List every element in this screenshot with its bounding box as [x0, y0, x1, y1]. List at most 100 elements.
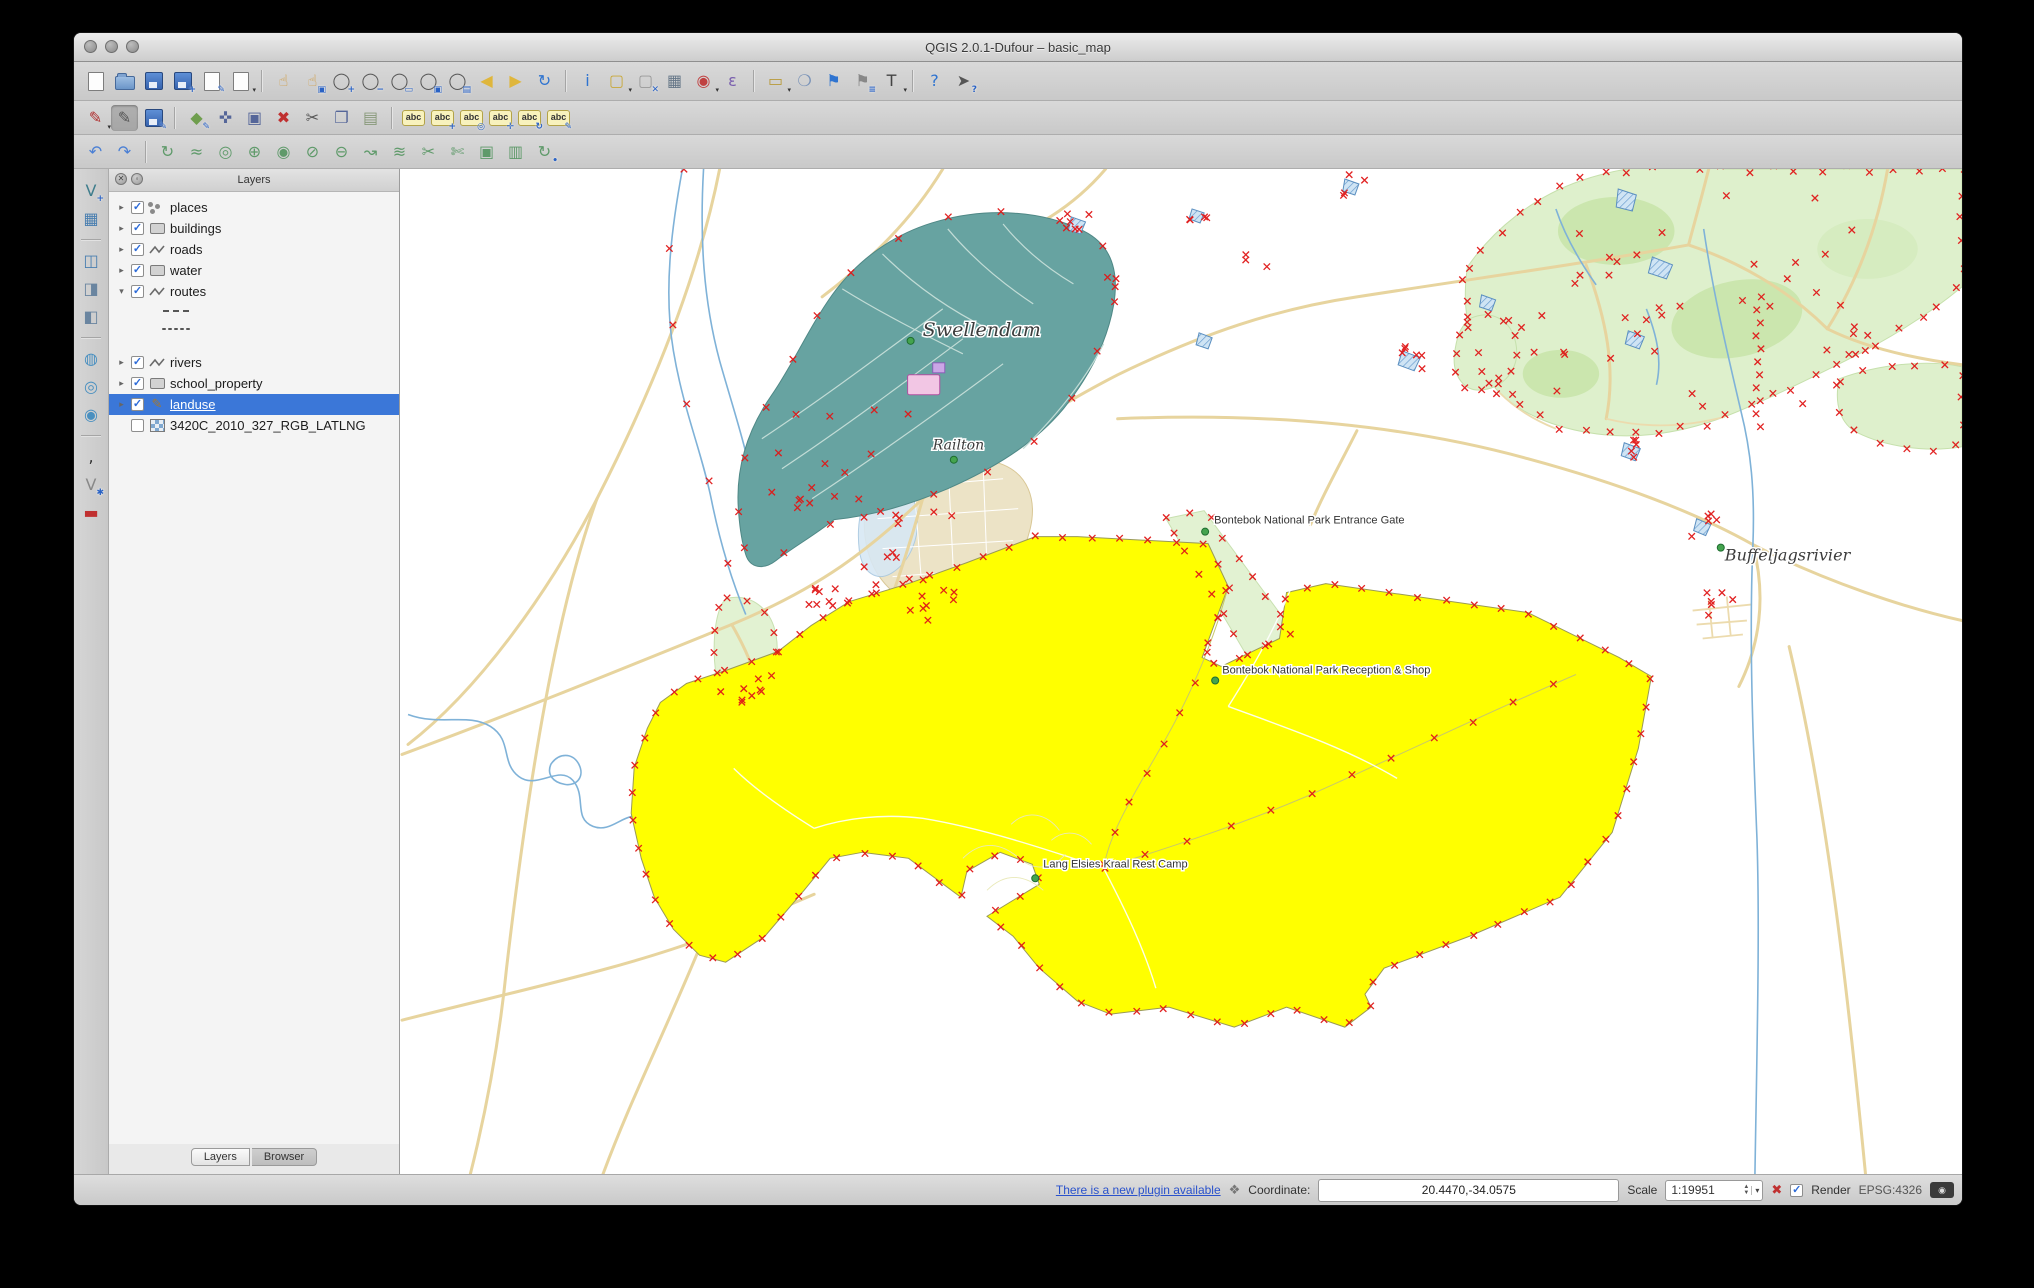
- add-spatialite-layer-button[interactable]: ◨: [78, 277, 104, 301]
- coordinate-input[interactable]: [1318, 1178, 1620, 1202]
- delete-part-button[interactable]: ⊖: [328, 139, 355, 165]
- crs-status-icon[interactable]: ◉: [1930, 1182, 1954, 1198]
- layer-item-water[interactable]: ▸ ✓ water: [109, 260, 399, 281]
- current-edits-button[interactable]: ✎ ▾: [82, 105, 111, 131]
- refresh-map-button[interactable]: ↻: [531, 68, 558, 94]
- expander-icon[interactable]: ▸: [116, 399, 127, 410]
- pan-map-to-selection-button[interactable]: ☝ ▣: [299, 68, 326, 96]
- zoom-to-selection-button[interactable]: ◯ ▣: [415, 68, 442, 96]
- layer-item-routes[interactable]: ▾ ✓ routes: [109, 281, 399, 302]
- text-annotation-button[interactable]: T ▾: [878, 68, 907, 95]
- plugin-icon[interactable]: ❖: [1229, 1184, 1241, 1197]
- delete-selected-button[interactable]: ✖: [270, 105, 297, 131]
- save-layer-edits-button[interactable]: ✎: [140, 105, 167, 132]
- toggle-editing-button[interactable]: ✎: [111, 104, 138, 131]
- layer-item-rivers[interactable]: ▸ ✓ rivers: [109, 352, 399, 373]
- expander-icon[interactable]: ▸: [116, 265, 127, 276]
- zoom-next-button[interactable]: ▶: [502, 68, 529, 94]
- layer-visibility-checkbox[interactable]: ✓: [131, 356, 144, 369]
- paste-features-button[interactable]: ▤: [357, 105, 384, 131]
- layer-visibility-checkbox[interactable]: ✓: [131, 398, 144, 411]
- layer-item-buildings[interactable]: ▸ ✓ buildings: [109, 218, 399, 239]
- rotate-point-symbols-button[interactable]: ↻ •: [531, 139, 558, 166]
- zoom-last-button[interactable]: ◀: [473, 68, 500, 94]
- map-canvas[interactable]: Swellendam Railton Bontebok National Par…: [400, 169, 1962, 1174]
- offset-curve-button[interactable]: ≋: [386, 139, 413, 165]
- pan-map-button[interactable]: ☝: [270, 68, 297, 94]
- select-features-button[interactable]: ▢ ▾: [603, 68, 632, 95]
- layer-visibility-checkbox[interactable]: ✓: [131, 264, 144, 277]
- layer-visibility-checkbox[interactable]: ✓: [131, 243, 144, 256]
- save-project-button[interactable]: [140, 68, 167, 94]
- expander-icon[interactable]: ▸: [116, 378, 127, 389]
- label-pin-button[interactable]: abc +: [429, 105, 456, 132]
- layer-item-school_property[interactable]: ▸ ✓ school_property: [109, 373, 399, 394]
- merge-attributes-button[interactable]: ▥: [502, 139, 529, 165]
- symbology-item-dash[interactable]: [109, 302, 399, 320]
- open-project-button[interactable]: [111, 68, 138, 94]
- redo-button[interactable]: ↷: [111, 139, 138, 165]
- split-features-button[interactable]: ✂: [415, 139, 442, 165]
- open-attribute-table-button[interactable]: ▦: [661, 68, 688, 94]
- label-show-hidden-button[interactable]: abc ◎: [458, 105, 485, 132]
- layer-item-roads[interactable]: ▸ ✓ roads: [109, 239, 399, 260]
- minimize-button[interactable]: [105, 40, 118, 53]
- save-project-as-button[interactable]: +: [169, 68, 196, 95]
- layer-visibility-checkbox[interactable]: ✓: [131, 377, 144, 390]
- label-move-button[interactable]: abc ✛: [487, 105, 514, 132]
- scale-combo[interactable]: 1:19951 ▲ ▼ ▾: [1665, 1179, 1764, 1201]
- whats-this-button[interactable]: ➤?: [950, 68, 977, 96]
- show-bookmarks-button[interactable]: ⚑ ≡: [849, 68, 876, 96]
- tab-layers[interactable]: Layers: [190, 1148, 250, 1166]
- composer-manager-button[interactable]: ▾: [227, 68, 256, 94]
- map-tips-button[interactable]: ❍: [791, 68, 818, 94]
- render-checkbox[interactable]: ✓: [1790, 1183, 1804, 1197]
- zoom-to-layer-button[interactable]: ◯ ▤: [444, 68, 471, 96]
- labeling-button[interactable]: abc: [400, 105, 427, 131]
- layer-item-landuse[interactable]: ▸ ✓ ✎ landuse: [109, 394, 399, 415]
- layers-panel-header[interactable]: ✕ ◦ Layers: [109, 169, 399, 192]
- delete-ring-button[interactable]: ⊘: [299, 139, 326, 165]
- layer-visibility-checkbox[interactable]: ✓: [131, 285, 144, 298]
- deselect-features-button[interactable]: ▢ ✕: [632, 68, 659, 96]
- expander-icon[interactable]: ▸: [116, 357, 127, 368]
- zoom-in-button[interactable]: ◯ +: [328, 68, 355, 96]
- zoom-out-button[interactable]: ◯ −: [357, 68, 384, 96]
- add-wcs-layer-button[interactable]: ◎: [78, 375, 104, 399]
- merge-features-button[interactable]: ▣: [473, 139, 500, 165]
- identify-features-button[interactable]: i: [574, 68, 601, 94]
- layer-visibility-checkbox[interactable]: ✓: [131, 222, 144, 235]
- scale-dropdown-icon[interactable]: ▾: [1751, 1185, 1762, 1195]
- add-delimited-text-layer-button[interactable]: ,: [78, 445, 104, 469]
- title-bar[interactable]: QGIS 2.0.1-Dufour – basic_map: [74, 33, 1962, 62]
- layer-visibility-checkbox[interactable]: [131, 419, 144, 432]
- add-part-button[interactable]: ⊕: [241, 139, 268, 165]
- close-button[interactable]: [84, 40, 97, 53]
- label-rotate-button[interactable]: abc ↻: [516, 105, 543, 132]
- zoom-button[interactable]: [126, 40, 139, 53]
- symbology-item-dot[interactable]: [109, 320, 399, 338]
- add-raster-layer-button[interactable]: ▦: [78, 207, 104, 231]
- stop-render-icon[interactable]: ✖: [1771, 1184, 1782, 1197]
- expander-icon[interactable]: ▾: [116, 286, 127, 297]
- fill-ring-button[interactable]: ◉: [270, 139, 297, 165]
- run-feature-action-button[interactable]: ◉ ▾: [690, 68, 719, 95]
- tab-browser[interactable]: Browser: [251, 1148, 318, 1166]
- label-properties-button[interactable]: abc ✎: [545, 105, 572, 132]
- cut-features-button[interactable]: ✂: [299, 105, 326, 131]
- scale-stepper-icons[interactable]: ▲ ▼: [1743, 1184, 1751, 1196]
- new-project-button[interactable]: [82, 68, 109, 94]
- measure-button[interactable]: ▭ ▾: [762, 68, 791, 95]
- simplify-feature-button[interactable]: ≈: [183, 139, 210, 165]
- panel-close-icon[interactable]: ✕: [115, 173, 127, 185]
- new-shapefile-layer-button[interactable]: V ✱: [78, 473, 104, 499]
- expander-icon[interactable]: ▸: [116, 244, 127, 255]
- undo-button[interactable]: ↶: [82, 139, 109, 165]
- add-ring-button[interactable]: ◎: [212, 139, 239, 165]
- copy-features-button[interactable]: ❐: [328, 105, 355, 131]
- help-contents-button[interactable]: ?: [921, 68, 948, 94]
- add-wfs-layer-button[interactable]: ◉: [78, 403, 104, 427]
- add-vector-layer-button[interactable]: V +: [78, 179, 104, 205]
- layer-visibility-checkbox[interactable]: ✓: [131, 201, 144, 214]
- plugin-available-link[interactable]: There is a new plugin available: [1056, 1183, 1221, 1197]
